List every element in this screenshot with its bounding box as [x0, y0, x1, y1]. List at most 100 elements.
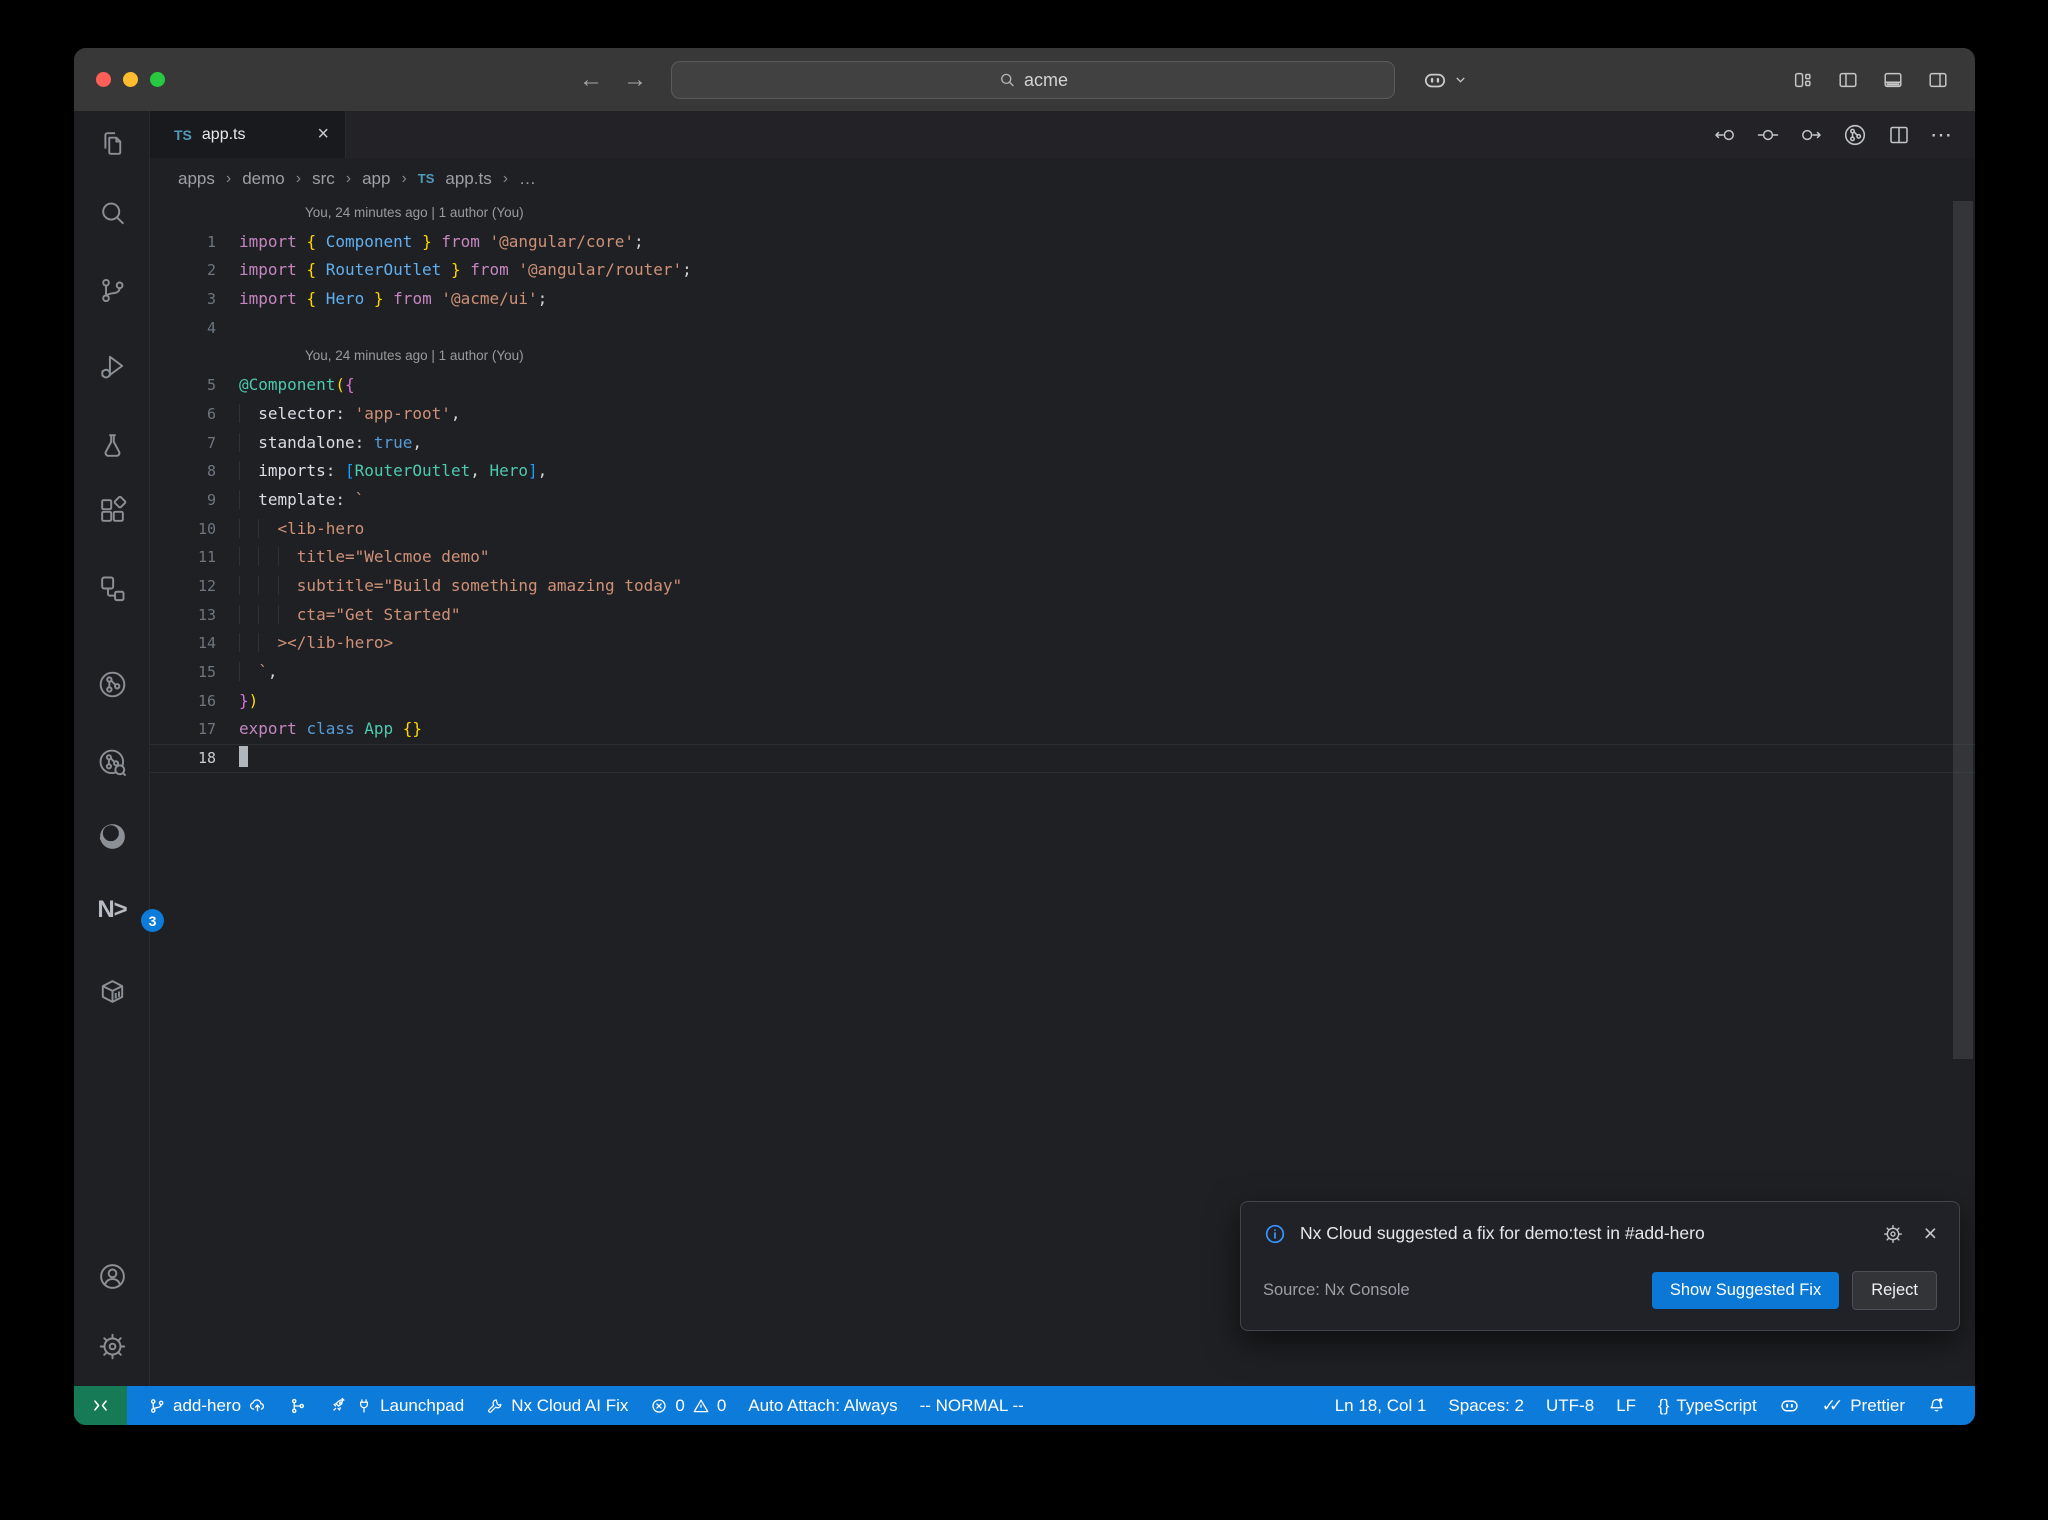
run-debug-icon[interactable] — [74, 351, 150, 382]
search-icon — [1001, 73, 1014, 87]
edge-browser-icon[interactable] — [74, 820, 150, 853]
notification-close-icon[interactable]: × — [1924, 1220, 1937, 1247]
code-line[interactable]: 2 import { RouterOutlet } from '@angular/… — [150, 256, 1975, 285]
breadcrumb-item[interactable]: apps — [178, 169, 215, 189]
copilot-status[interactable] — [1768, 1395, 1811, 1416]
code-line[interactable]: 5 @Component({ — [150, 371, 1975, 400]
auto-attach-status[interactable]: Auto Attach: Always — [737, 1396, 908, 1416]
zoom-window-button[interactable] — [150, 72, 165, 87]
account-icon[interactable] — [74, 1261, 150, 1292]
close-window-button[interactable] — [96, 72, 111, 87]
code-line[interactable]: 17 export class App {} — [150, 715, 1975, 744]
code-line[interactable]: 16}) — [150, 687, 1975, 716]
breadcrumb-separator: › — [401, 169, 407, 187]
code-line[interactable]: 11 title="Welcmoe demo" — [150, 543, 1975, 572]
indentation-status[interactable]: Spaces: 2 — [1437, 1396, 1535, 1416]
git-branch-icon — [150, 1398, 164, 1413]
minimize-window-button[interactable] — [123, 72, 138, 87]
testing-icon[interactable] — [74, 430, 150, 461]
git-graph-status[interactable] — [278, 1397, 318, 1415]
titlebar: ← → acme — [74, 48, 1975, 111]
code-line[interactable]: 14 ></lib-hero> — [150, 629, 1975, 658]
eol-status[interactable]: LF — [1605, 1396, 1647, 1416]
command-center-search[interactable]: acme — [671, 61, 1395, 99]
code-editor[interactable]: You, 24 minutes ago | 1 author (You) 1 imp… — [150, 199, 1975, 773]
breadcrumb-item[interactable]: app — [362, 169, 390, 189]
breadcrumb-more[interactable]: … — [519, 169, 536, 189]
code-line[interactable]: 9 template: ` — [150, 486, 1975, 515]
search-view-icon[interactable] — [74, 198, 150, 229]
settings-gear-icon[interactable] — [74, 1331, 150, 1362]
formatter-status[interactable]: ✓✓ Prettier — [1811, 1396, 1916, 1416]
code-line[interactable]: 4 — [150, 314, 1975, 343]
double-check-icon: ✓✓ — [1821, 1395, 1843, 1415]
toggle-sidebar-right-icon[interactable] — [1927, 69, 1949, 91]
toggle-sidebar-left-icon[interactable] — [1837, 69, 1859, 91]
breadcrumb-separator: › — [225, 169, 232, 187]
branch-status[interactable]: add-hero — [137, 1396, 278, 1416]
split-editor-icon[interactable] — [1887, 123, 1911, 147]
braces-icon: {} — [1658, 1395, 1670, 1415]
nx-cloud-fix-status[interactable]: Nx Cloud AI Fix — [475, 1396, 639, 1416]
breadcrumb-item[interactable]: demo — [242, 169, 285, 189]
code-line[interactable]: 6 selector: 'app-root', — [150, 400, 1975, 429]
tab-app-ts[interactable]: TS app.ts × — [150, 111, 346, 158]
code-line[interactable]: 3 import { Hero } from '@acme/ui'; — [150, 285, 1975, 314]
encoding-status[interactable]: UTF-8 — [1535, 1396, 1605, 1416]
code-line[interactable]: 1 import { Component } from '@angular/cor… — [150, 228, 1975, 257]
more-actions-icon[interactable]: ⋯ — [1930, 122, 1953, 148]
show-suggested-fix-button[interactable]: Show Suggested Fix — [1651, 1272, 1840, 1309]
plug-icon — [360, 1398, 369, 1413]
code-line[interactable]: 7 standalone: true, — [150, 429, 1975, 458]
nx-console-icon[interactable] — [74, 668, 150, 701]
codelens-row[interactable]: You, 24 minutes ago | 1 author (You) — [150, 199, 1975, 228]
breadcrumb-file[interactable]: app.ts — [445, 169, 491, 189]
notifications-status[interactable] — [1916, 1396, 1957, 1415]
launchpad-status[interactable]: Launchpad — [318, 1396, 475, 1416]
containers-icon[interactable] — [74, 976, 150, 1007]
next-change-icon[interactable] — [1799, 123, 1823, 147]
nx-extension-icon[interactable]: N> 3 — [74, 896, 164, 932]
cursor-position-status[interactable]: Ln 18, Col 1 — [1324, 1396, 1438, 1416]
problems-status[interactable]: 0 0 — [639, 1396, 737, 1416]
toggle-panel-icon[interactable] — [1882, 69, 1904, 91]
code-line[interactable]: 10 <lib-hero — [150, 515, 1975, 544]
breadcrumb-separator: › — [345, 169, 352, 187]
explorer-icon[interactable] — [74, 128, 150, 159]
error-icon — [652, 1398, 666, 1413]
previous-change-icon[interactable] — [1713, 123, 1737, 147]
history-forward-icon[interactable]: → — [623, 66, 647, 94]
code-line[interactable]: 18 — [150, 744, 1975, 773]
codelens-row[interactable]: You, 24 minutes ago | 1 author (You) — [150, 342, 1975, 371]
nx-run-target-icon[interactable] — [1842, 122, 1868, 148]
notification-toast: Nx Cloud suggested a fix for demo:test i… — [1240, 1201, 1960, 1331]
text-cursor — [239, 746, 248, 768]
breadcrumb-item[interactable]: src — [312, 169, 335, 189]
remote-indicator[interactable] — [74, 1386, 127, 1425]
tab-close-icon[interactable]: × — [317, 123, 329, 146]
customize-layout-icon[interactable] — [1792, 69, 1814, 91]
vim-mode-status[interactable]: -- NORMAL -- — [909, 1396, 1035, 1416]
code-line[interactable]: 15 `, — [150, 658, 1975, 687]
copilot-icon — [1424, 73, 1446, 87]
extensions-icon[interactable] — [74, 495, 150, 526]
reject-button[interactable]: Reject — [1852, 1271, 1937, 1310]
info-icon — [1265, 1224, 1285, 1243]
history-back-icon[interactable]: ← — [579, 66, 603, 94]
launchpad-label: Launchpad — [380, 1395, 465, 1415]
breadcrumb-separator: › — [295, 169, 302, 187]
code-line[interactable]: 8 imports: [RouterOutlet, Hero], — [150, 457, 1975, 486]
current-change-icon[interactable] — [1756, 123, 1780, 147]
source-control-icon[interactable] — [74, 275, 150, 306]
project-structure-icon[interactable] — [74, 573, 150, 604]
code-line[interactable]: 12 subtitle="Build something amazing tod… — [150, 572, 1975, 601]
language-mode-status[interactable]: {} TypeScript — [1647, 1396, 1768, 1416]
remote-icon — [94, 1400, 107, 1411]
nx-cloud-icon[interactable] — [74, 746, 150, 779]
notification-settings-icon[interactable] — [1882, 1223, 1904, 1245]
breadcrumb: apps › demo › src › app › TS app.ts › … — [150, 158, 1975, 199]
copilot-menu[interactable] — [1422, 48, 1468, 111]
warning-icon — [693, 1399, 709, 1412]
code-line[interactable]: 13 cta="Get Started" — [150, 601, 1975, 630]
editor-scrollbar[interactable] — [1953, 201, 1973, 1059]
